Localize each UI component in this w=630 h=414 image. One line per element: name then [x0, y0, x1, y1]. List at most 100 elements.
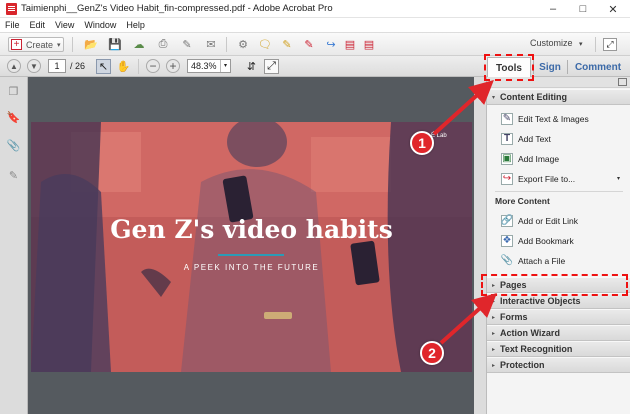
export-file-item[interactable]: ↪ Export File to...: [501, 171, 575, 186]
menu-file[interactable]: File: [0, 20, 25, 30]
item-label: Edit Text & Images: [518, 113, 589, 124]
tools-pane: ▾ Content Editing ✎ Edit Text & Images T…: [486, 77, 630, 414]
tab-divider: [567, 60, 568, 74]
section-label: Text Recognition: [500, 344, 573, 354]
title-underline: [218, 254, 284, 256]
collapsed-arrow-icon: ▸: [492, 330, 496, 337]
item-label: Add Text: [518, 133, 551, 144]
pane-splitter[interactable]: [474, 77, 486, 414]
maximize-button[interactable]: □: [568, 0, 598, 18]
section-label: Action Wizard: [500, 328, 560, 338]
export-file-icon: ↪: [501, 172, 513, 185]
section-label: Content Editing: [500, 92, 568, 102]
create-label: Create: [26, 39, 54, 50]
item-label: Add Bookmark: [518, 235, 574, 246]
settings-gear-icon[interactable]: ⚙: [236, 38, 250, 51]
item-label: Add Image: [518, 153, 560, 164]
cloud-upload-icon[interactable]: ☁: [132, 38, 146, 51]
create-plus-icon: +: [11, 39, 22, 50]
export-pdf-icon[interactable]: ▤: [343, 38, 357, 51]
tab-sign[interactable]: Sign: [537, 57, 563, 77]
minimize-button[interactable]: –: [538, 0, 568, 18]
add-image-item[interactable]: ▣ Add Image: [501, 151, 559, 166]
section-content-editing[interactable]: ▾ Content Editing: [487, 89, 630, 105]
add-edit-link-item[interactable]: 🔗 Add or Edit Link: [501, 213, 578, 228]
email-icon[interactable]: ✉: [204, 38, 218, 51]
zoom-out-icon[interactable]: −: [146, 59, 160, 73]
create-caret-icon: ▾: [57, 41, 61, 49]
bookmark-icon: ❖: [501, 234, 513, 247]
add-text-icon: T: [501, 132, 513, 145]
export-caret-icon[interactable]: ▾: [617, 175, 620, 182]
bookmarks-icon[interactable]: 🔖: [7, 111, 21, 124]
customize-label: Customize: [530, 38, 573, 48]
toolbar-divider: [226, 37, 227, 52]
page-thumbnails-icon[interactable]: ❐: [7, 85, 20, 98]
collapsed-arrow-icon: ▸: [492, 314, 496, 321]
zoom-caret-icon: ▾: [220, 60, 230, 72]
comment-bubble-icon[interactable]: 🗨: [258, 38, 272, 51]
page-total: / 26: [70, 61, 86, 71]
edit-text-icon: ✎: [501, 112, 513, 125]
edit-icon[interactable]: ✎: [180, 38, 194, 51]
window-title: Taimienphi__GenZ's Video Habit_fin-compr…: [21, 3, 333, 14]
menu-window[interactable]: Window: [79, 20, 121, 30]
document-page: Gen Z's video habits A PEEK INTO THE FUT…: [31, 122, 472, 372]
customize-menu[interactable]: Customize ▾: [530, 38, 583, 48]
collapsed-arrow-icon: ▸: [492, 362, 496, 369]
link-icon: 🔗: [500, 214, 514, 227]
print-icon[interactable]: ⎙: [156, 38, 170, 51]
hand-tool-icon[interactable]: ✋: [116, 59, 131, 74]
previous-page-icon[interactable]: ▲: [7, 59, 21, 73]
toolbar-divider: [595, 37, 596, 52]
review-icon[interactable]: ▤: [362, 38, 376, 51]
zoom-level-select[interactable]: 48.3% ▾: [187, 59, 231, 73]
menu-bar: File Edit View Window Help: [0, 18, 630, 33]
tab-comment[interactable]: Comment: [572, 57, 624, 77]
signatures-icon[interactable]: ✎: [7, 169, 20, 182]
share-icon[interactable]: ↪: [324, 38, 338, 51]
section-protection[interactable]: ▸ Protection: [487, 357, 630, 373]
cover-photo: [31, 122, 472, 372]
pages-section-highlight: [481, 274, 628, 296]
pane-options-icon[interactable]: [618, 78, 627, 86]
more-content-heading: More Content: [495, 196, 550, 206]
item-label: Attach a File: [518, 255, 566, 266]
expanded-arrow-icon: ▾: [492, 94, 496, 101]
expand-icon[interactable]: ⤢: [603, 38, 617, 51]
attach-file-item[interactable]: 📎 Attach a File: [501, 253, 565, 268]
next-page-icon[interactable]: ▼: [27, 59, 41, 73]
attachments-icon[interactable]: 📎: [7, 139, 21, 152]
zoom-in-icon[interactable]: +: [166, 59, 180, 73]
section-label: Protection: [500, 360, 545, 370]
add-bookmark-item[interactable]: ❖ Add Bookmark: [501, 233, 574, 248]
highlight-icon[interactable]: ✎: [280, 38, 294, 51]
create-button[interactable]: + Create ▾: [8, 37, 64, 52]
section-action-wizard[interactable]: ▸ Action Wizard: [487, 325, 630, 341]
section-text-recognition[interactable]: ▸ Text Recognition: [487, 341, 630, 357]
menu-help[interactable]: Help: [121, 20, 150, 30]
document-viewer[interactable]: Gen Z's video habits A PEEK INTO THE FUT…: [28, 77, 474, 414]
toolbar-divider: [72, 37, 73, 52]
menu-view[interactable]: View: [50, 20, 79, 30]
page-number-input[interactable]: 1: [48, 59, 66, 73]
paperclip-icon: 📎: [500, 255, 514, 266]
close-button[interactable]: ✕: [598, 0, 628, 18]
customize-caret-icon: ▾: [579, 41, 583, 48]
pane-divider: [495, 191, 623, 192]
section-label: Forms: [500, 312, 528, 322]
main-toolbar: + Create ▾ 📂 💾 ☁ ⎙ ✎ ✉ ⚙ 🗨 ✎ ✎ ↪ ▤ ▤ Cus…: [0, 33, 630, 56]
save-icon[interactable]: 💾: [108, 38, 122, 51]
fit-width-icon[interactable]: ⤢: [264, 59, 279, 74]
toolbar-divider: [138, 59, 139, 74]
sign-icon[interactable]: ✎: [302, 38, 316, 51]
collapsed-arrow-icon: ▸: [492, 346, 496, 353]
fit-page-icon[interactable]: ⇵: [244, 59, 259, 74]
section-label: Interactive Objects: [500, 296, 581, 306]
section-forms[interactable]: ▸ Forms: [487, 309, 630, 325]
menu-edit[interactable]: Edit: [25, 20, 51, 30]
open-folder-icon[interactable]: 📂: [84, 38, 98, 51]
select-tool-icon[interactable]: ↖: [96, 59, 111, 74]
edit-text-images-item[interactable]: ✎ Edit Text & Images: [501, 111, 589, 126]
add-text-item[interactable]: T Add Text: [501, 131, 551, 146]
